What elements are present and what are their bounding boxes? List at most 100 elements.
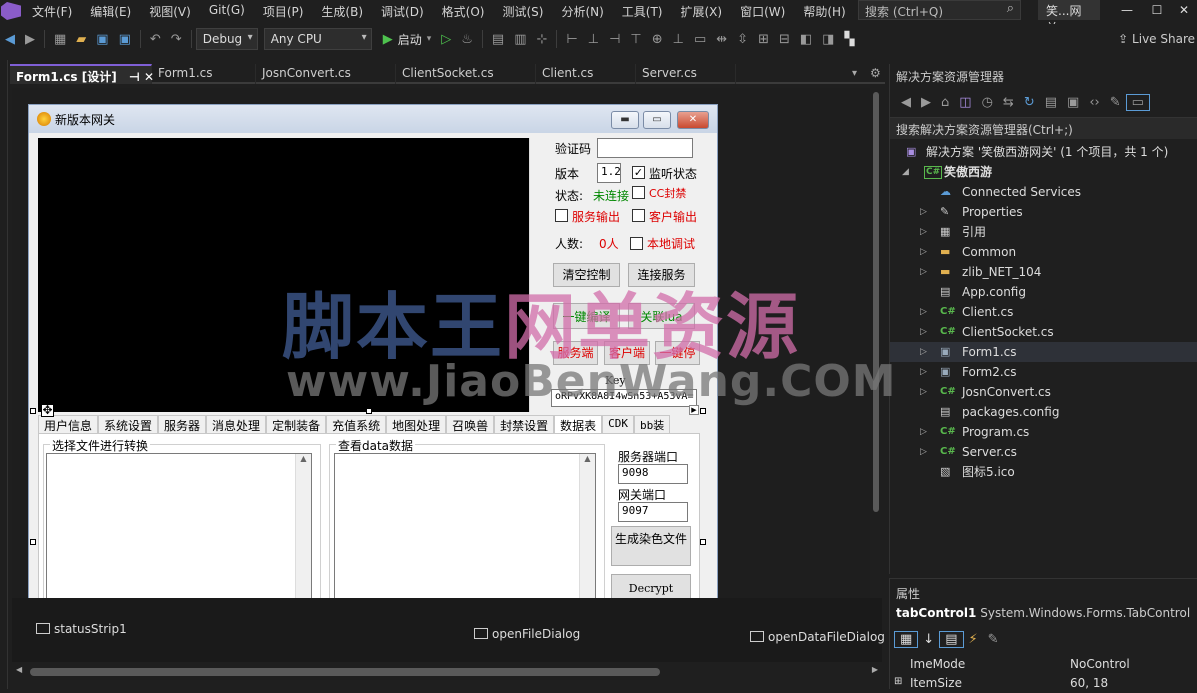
menu-item[interactable]: 调试(D) — [372, 3, 433, 20]
cc-ban-checkbox[interactable] — [632, 186, 645, 199]
align-left-icon[interactable]: ⊢ — [561, 32, 582, 47]
back-icon[interactable]: ◀ — [0, 32, 20, 47]
tree-item[interactable]: ▧ 图标5.ico — [890, 462, 1197, 482]
compile-button[interactable]: 一键编译 — [553, 303, 620, 329]
solution-name-badge[interactable]: 笑...网关 — [1038, 0, 1100, 35]
expand-arrow-icon[interactable]: ▷ — [920, 242, 927, 262]
sync-icon[interactable]: ⇆ — [998, 95, 1019, 110]
solution-node[interactable]: ▣ 解决方案 '笑傲西游网关' (1 个项目，共 1 个) — [890, 142, 1197, 162]
document-tab[interactable]: Client.cs — [536, 64, 636, 84]
document-tab[interactable]: JosnConvert.cs — [256, 64, 396, 84]
expand-arrow-icon[interactable]: ▷ — [920, 302, 927, 322]
menu-item[interactable]: 文件(F) — [23, 3, 81, 20]
start-button-label[interactable]: 启动 — [398, 31, 422, 48]
scrollbar-thumb[interactable] — [873, 92, 879, 512]
tree-item[interactable]: ▤ App.config — [890, 282, 1197, 302]
center-horizontal-icon[interactable]: ⊞ — [753, 32, 774, 47]
tree-item[interactable]: ▷ C# Server.cs — [890, 442, 1197, 462]
verify-code-input[interactable] — [597, 138, 693, 158]
data-view-list[interactable]: ▲ — [334, 453, 596, 603]
service-output-checkbox[interactable] — [555, 209, 568, 222]
gateway-port-input[interactable]: 9097 — [618, 502, 688, 522]
show-all-files-icon[interactable]: ▣ — [1062, 95, 1084, 110]
server-button[interactable]: 服务端 — [553, 341, 598, 365]
maximize-icon[interactable]: ☐ — [1143, 0, 1171, 20]
tree-item[interactable]: ▷ ✎ Properties — [890, 202, 1197, 222]
form-tab[interactable]: 封禁设置 — [494, 415, 555, 433]
start-icon[interactable]: ▶ — [378, 32, 398, 47]
save-icon[interactable]: ▣ — [91, 32, 113, 47]
search-input[interactable]: 搜索 (Ctrl+Q) ⌕ — [858, 0, 1021, 20]
property-pages-icon[interactable]: ✎ — [983, 632, 1004, 647]
expand-arrow-icon[interactable]: ▷ — [920, 362, 927, 382]
resize-handle[interactable] — [700, 539, 706, 545]
settings-gear-icon[interactable]: ⚙ — [870, 66, 881, 80]
switch-view-icon[interactable]: ◫ — [954, 95, 976, 110]
tab-scroll-right-icon[interactable]: ▶ — [689, 405, 699, 415]
form-tab[interactable]: 服务器 — [158, 415, 207, 433]
forward-icon[interactable]: ▶ — [916, 95, 936, 110]
solution-search-input[interactable]: 搜索解决方案资源管理器(Ctrl+;) — [890, 117, 1197, 139]
menu-item[interactable]: 项目(P) — [254, 3, 313, 20]
menu-item[interactable]: 扩展(X) — [671, 3, 731, 20]
list-scrollbar[interactable]: ▲ — [295, 454, 311, 602]
generate-dye-button[interactable]: 生成染色文件 — [611, 526, 691, 566]
document-tab[interactable]: Form1.cs — [152, 64, 256, 84]
align-right-icon[interactable]: ⊣ — [604, 32, 625, 47]
refresh-icon[interactable]: ↻ — [1019, 95, 1040, 110]
new-project-icon[interactable]: ▦ — [49, 32, 71, 47]
menu-item[interactable]: 窗口(W) — [731, 3, 794, 20]
convert-file-list[interactable]: ▲ — [46, 453, 312, 603]
key-input[interactable]: oRPvXK8A8I4wSn53+A53vA= — [551, 389, 697, 407]
events-icon[interactable]: ⚡ — [964, 632, 983, 647]
align-center-icon[interactable]: ⊥ — [583, 32, 604, 47]
live-share-button[interactable]: ⇪ Live Share — [1118, 32, 1195, 46]
resize-handle[interactable] — [366, 408, 372, 414]
hot-reload-icon[interactable]: ♨ — [456, 32, 478, 47]
console-scrollbar[interactable] — [529, 138, 546, 412]
version-input[interactable]: 1.2 — [597, 163, 621, 183]
tree-item[interactable]: ▷ ▬ Common — [890, 242, 1197, 262]
close-tab-icon[interactable]: ⊣ ✕ — [125, 70, 154, 84]
menu-item[interactable]: 编辑(E) — [81, 3, 140, 20]
project-node[interactable]: ◢ C# 笑傲西游 — [890, 162, 1197, 182]
tree-item[interactable]: ▷ C# JosnConvert.cs — [890, 382, 1197, 402]
platform-select[interactable]: Any CPU — [263, 28, 372, 50]
stop-all-button[interactable]: 一键停 — [655, 341, 700, 365]
forward-icon[interactable]: ▶ — [20, 32, 40, 47]
visual-studio-logo-icon[interactable] — [1, 2, 21, 20]
open-data-dialog-component[interactable]: openDataFileDialog — [750, 630, 885, 644]
align-grid-icon[interactable]: ⊹ — [532, 32, 553, 47]
console-output[interactable] — [38, 138, 529, 412]
back-icon[interactable]: ◀ — [896, 95, 916, 110]
menu-item[interactable]: 格式(O) — [433, 3, 494, 20]
configuration-select[interactable]: Debug — [195, 28, 258, 50]
status-strip-component[interactable]: statusStrip1 — [36, 622, 127, 636]
align-middle-icon[interactable]: ⊕ — [647, 32, 668, 47]
client-output-checkbox[interactable] — [632, 209, 645, 222]
expand-arrow-icon[interactable]: ▷ — [920, 322, 927, 342]
property-row[interactable]: ⊞ ItemSize 60, 18 — [890, 674, 1197, 693]
preview-icon[interactable]: ▭ — [1125, 93, 1150, 111]
tree-item[interactable]: ▷ C# ClientSocket.cs — [890, 322, 1197, 342]
tab-list-dropdown-icon[interactable]: ▾ — [852, 68, 857, 79]
tree-item[interactable]: ▤ packages.config — [890, 402, 1197, 422]
align-bottom-icon[interactable]: ⊥ — [668, 32, 689, 47]
tree-item[interactable]: ☁ Connected Services — [890, 182, 1197, 202]
form-tab[interactable]: CDK — [602, 415, 635, 433]
redo-icon[interactable]: ↷ — [166, 32, 187, 47]
expand-arrow-icon[interactable]: ▷ — [920, 382, 927, 402]
server-port-input[interactable]: 9098 — [618, 464, 688, 484]
code-view-icon[interactable]: ‹› — [1084, 95, 1104, 110]
menu-item[interactable]: 视图(V) — [140, 3, 200, 20]
chevron-down-icon[interactable]: ▾ — [422, 34, 437, 44]
form-tab[interactable]: 系统设置 — [98, 415, 159, 433]
client-button[interactable]: 客户端 — [604, 341, 650, 365]
collapse-all-icon[interactable]: ▤ — [1040, 95, 1062, 110]
expand-arrow-icon[interactable]: ▷ — [920, 342, 927, 362]
tree-item[interactable]: ▷ C# Program.cs — [890, 422, 1197, 442]
categorized-icon[interactable]: ▦ — [894, 630, 919, 648]
minimize-icon[interactable]: — — [1113, 0, 1141, 20]
browse-icon[interactable]: ▤ — [487, 32, 509, 47]
clear-console-button[interactable]: 清空控制 — [553, 263, 620, 287]
